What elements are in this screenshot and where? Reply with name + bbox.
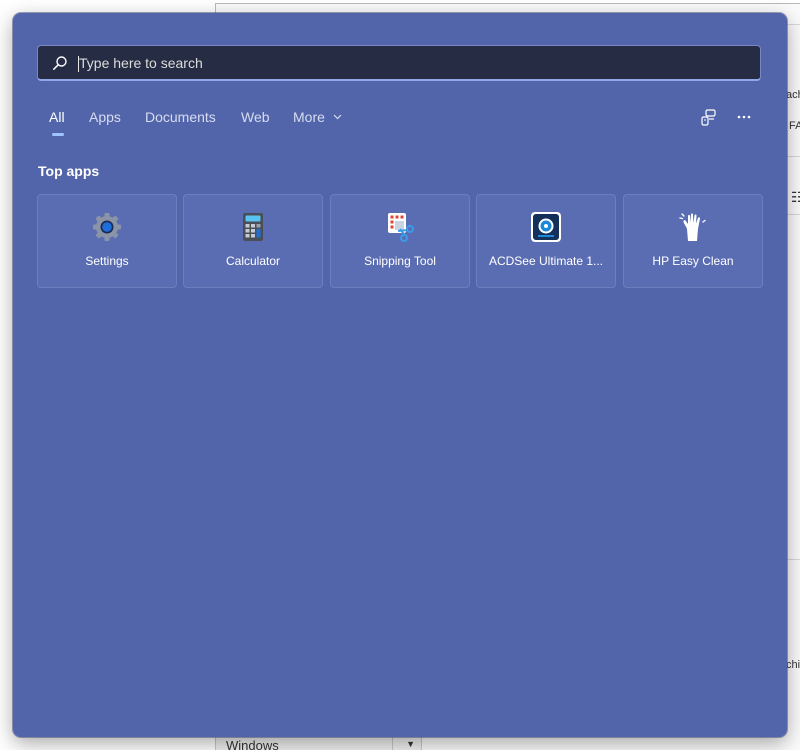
tab-apps[interactable]: Apps <box>89 109 121 125</box>
app-tile-label: Calculator <box>225 254 281 268</box>
dropdown-arrow-icon: ▼ <box>406 739 415 749</box>
settings-gear-icon <box>93 213 121 241</box>
search-input[interactable] <box>79 46 719 80</box>
background-dropdown[interactable]: Windows ▼ <box>215 736 422 750</box>
snipping-tool-icon <box>388 213 414 242</box>
acdsee-icon <box>531 212 561 242</box>
tab-documents[interactable]: Documents <box>145 109 216 125</box>
search-box[interactable] <box>37 45 761 81</box>
app-tile-calculator[interactable]: Calculator <box>183 194 323 288</box>
background-text-fragment: chi <box>786 659 800 671</box>
app-tile-hp-easy-clean[interactable]: HP Easy Clean <box>623 194 763 288</box>
background-text-fragment: FA <box>789 120 800 132</box>
app-tile-label: Settings <box>85 254 129 268</box>
tab-more-label: More <box>293 109 325 125</box>
background-dropdown-separator <box>392 737 393 750</box>
ellipsis-icon <box>737 115 751 119</box>
calculator-icon <box>243 213 263 241</box>
more-options-button[interactable] <box>732 107 756 129</box>
app-tile-label: ACDSee Ultimate 1... <box>488 254 604 268</box>
devices-button[interactable] <box>697 107 721 129</box>
top-apps-grid: Settings Calculator Snipping Tool ACDSee… <box>37 194 763 288</box>
tab-web[interactable]: Web <box>241 109 270 125</box>
chevron-down-icon <box>333 114 342 120</box>
devices-icon <box>701 109 716 126</box>
hp-easy-clean-icon <box>679 213 706 241</box>
app-tile-snipping-tool[interactable]: Snipping Tool <box>330 194 470 288</box>
background-dropdown-value: Windows <box>226 738 279 750</box>
app-tile-acdsee[interactable]: ACDSee Ultimate 1... <box>476 194 616 288</box>
tab-more[interactable]: More <box>293 109 342 125</box>
background-text-fragment: ach <box>786 89 800 101</box>
tab-active-indicator <box>52 133 64 136</box>
app-tile-settings[interactable]: Settings <box>37 194 177 288</box>
background-list-icon: ☷ <box>791 189 800 205</box>
tab-all[interactable]: All <box>49 109 65 125</box>
search-flyout: All Apps Documents Web More Top apps <box>13 13 787 737</box>
search-icon <box>53 56 67 70</box>
app-tile-label: Snipping Tool <box>364 254 436 268</box>
app-tile-label: HP Easy Clean <box>652 254 734 268</box>
top-apps-title: Top apps <box>38 163 100 179</box>
